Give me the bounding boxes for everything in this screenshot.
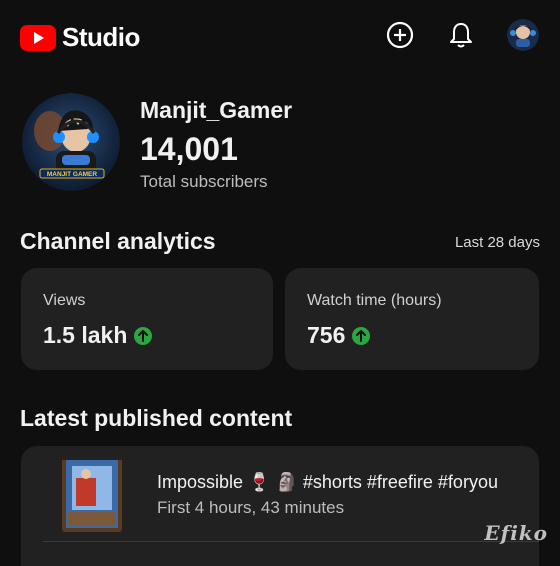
views-value: 1.5 lakh [43,322,128,348]
trend-up-icon [134,326,153,345]
video-title[interactable]: Impossible 🍷 🗿 #shorts #freefire #foryou [157,472,522,493]
account-avatar[interactable] [507,19,539,51]
channel-avatar-image: MANJIT GAMER [22,93,120,191]
views-card[interactable]: Views 1.5 lakh [21,268,273,370]
account-avatar-image [507,19,539,51]
video-stats: First 4 hours, 43 minutes [157,498,345,517]
bell-icon [450,23,472,48]
analytics-period: Last 28 days [454,234,540,251]
plus-circle-icon [386,21,414,49]
video-thumbnail-image [62,456,122,532]
app-title: Studio [62,22,140,52]
video-thumbnail[interactable] [62,456,122,532]
latest-video-card[interactable]: Impossible 🍷 🗿 #shorts #freefire #foryou… [21,446,539,566]
notifications-button[interactable] [444,18,478,52]
create-button[interactable] [383,18,417,52]
watermark: Efiko [484,521,548,545]
divider [43,541,539,542]
watch-time-value: 756 [307,322,346,348]
channel-avatar-text: MANJIT GAMER [47,171,98,178]
watch-time-card[interactable]: Watch time (hours) 756 [285,268,539,370]
channel-name: Manjit_Gamer [140,97,293,123]
trend-up-icon [352,326,371,345]
latest-content-title: Latest published content [20,405,293,431]
analytics-title: Channel analytics [20,228,216,254]
youtube-logo-icon [20,24,56,51]
top-bar: Studio [0,0,560,72]
studio-logo[interactable]: Studio [20,22,140,53]
subscriber-label: Total subscribers [140,172,268,191]
views-label: Views [43,292,86,309]
subscriber-count: 14,001 [140,131,238,167]
watch-time-label: Watch time (hours) [307,292,442,309]
channel-avatar[interactable]: MANJIT GAMER [22,93,120,191]
